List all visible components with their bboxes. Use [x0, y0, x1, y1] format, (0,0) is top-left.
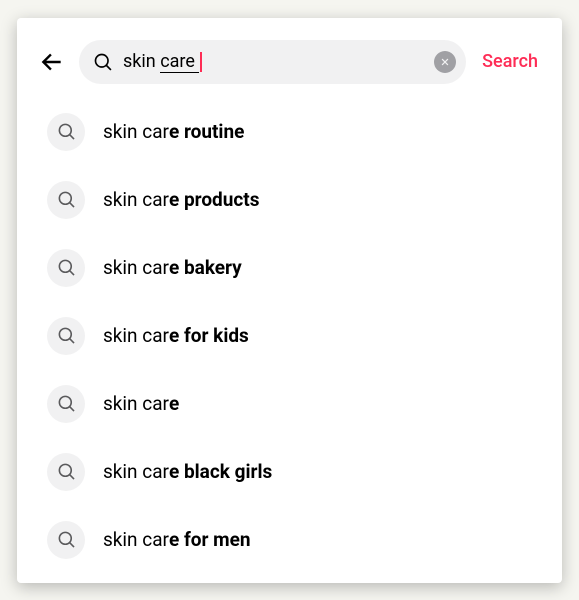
suggestion-item[interactable]: skin care: [47, 370, 542, 438]
suggestion-text: skin care for kids: [103, 324, 249, 347]
search-input-wrap: [123, 51, 424, 72]
suggestion-text: skin care black girls: [103, 460, 272, 483]
search-icon: [47, 181, 85, 219]
suggestion-item[interactable]: skin care bakery: [47, 234, 542, 302]
search-screen: Search skin care routine skin care produ…: [17, 18, 562, 583]
suggestion-text: skin care bakery: [103, 256, 242, 279]
suggestions-list: skin care routine skin care products ski…: [37, 98, 542, 574]
search-input[interactable]: [123, 51, 424, 72]
search-icon: [47, 385, 85, 423]
suggestion-text: skin care for men: [103, 528, 251, 551]
arrow-left-icon: [39, 49, 65, 75]
back-button[interactable]: [37, 47, 67, 77]
autocorrect-underline: [160, 72, 199, 73]
close-icon: [440, 57, 450, 67]
text-caret: [200, 52, 202, 72]
suggestion-item[interactable]: skin care for kids: [47, 302, 542, 370]
search-header: Search: [37, 40, 542, 84]
search-icon: [47, 113, 85, 151]
search-bar: [79, 40, 466, 84]
clear-button[interactable]: [434, 51, 456, 73]
suggestion-text: skin care routine: [103, 120, 244, 143]
suggestion-item[interactable]: skin care products: [47, 166, 542, 234]
suggestion-text: skin care products: [103, 188, 259, 211]
search-icon: [93, 52, 113, 72]
suggestion-item[interactable]: skin care routine: [47, 98, 542, 166]
suggestion-item[interactable]: skin care for men: [47, 506, 542, 574]
search-action-button[interactable]: Search: [478, 51, 542, 72]
suggestion-text: skin care: [103, 392, 179, 415]
search-icon: [47, 249, 85, 287]
search-icon: [47, 453, 85, 491]
suggestion-item[interactable]: skin care black girls: [47, 438, 542, 506]
search-icon: [47, 521, 85, 559]
search-icon: [47, 317, 85, 355]
